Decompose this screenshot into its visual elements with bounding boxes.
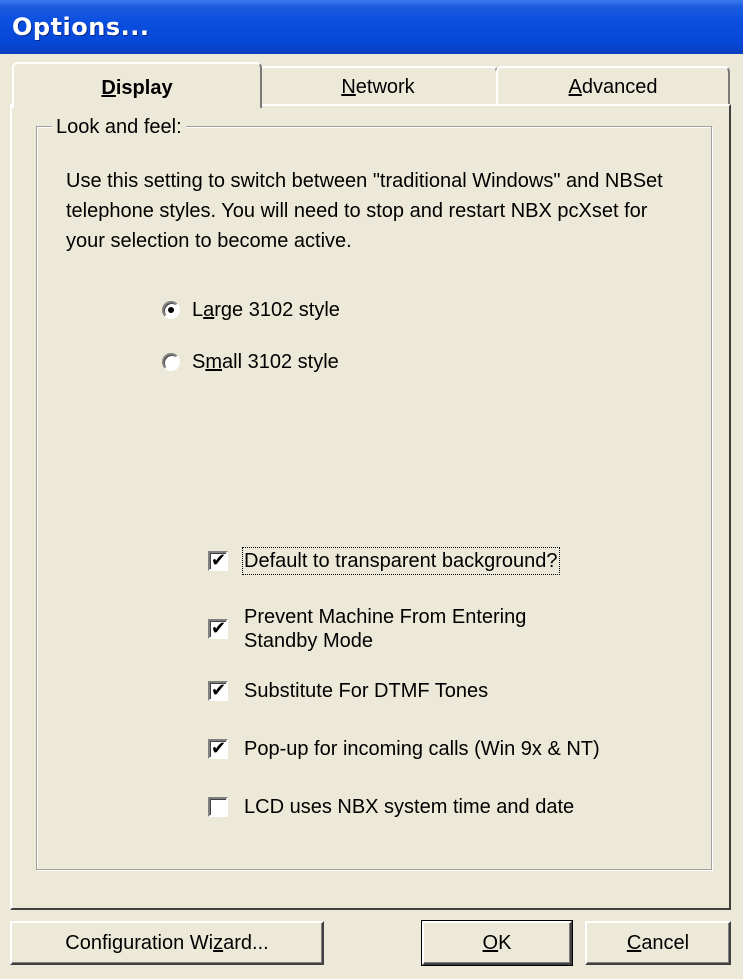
group-label: Look and feel: bbox=[52, 116, 186, 139]
tab-network[interactable]: Network bbox=[258, 66, 498, 104]
ok-label-rest: K bbox=[498, 931, 512, 954]
checkbox-dtmf-label: Substitute For DTMF Tones bbox=[244, 680, 489, 702]
radio-button-checked[interactable] bbox=[162, 301, 180, 319]
ok-accel: O bbox=[482, 931, 499, 954]
radio-large-label: Large 3102 style bbox=[192, 298, 340, 321]
radio-small-style[interactable]: Small 3102 style bbox=[162, 347, 339, 377]
radio-large-style[interactable]: Large 3102 style bbox=[162, 295, 340, 325]
tab-network-label-rest: etwork bbox=[355, 76, 415, 98]
radio-button-unchecked[interactable] bbox=[162, 353, 180, 371]
cancel-label-rest: ancel bbox=[641, 931, 690, 954]
wizard-label-rest: ard... bbox=[223, 931, 269, 954]
cancel-button[interactable]: Cancel bbox=[585, 921, 731, 965]
tab-display-accel: D bbox=[101, 77, 116, 99]
tab-display[interactable]: Display bbox=[12, 62, 262, 108]
ok-button[interactable]: OK bbox=[421, 920, 573, 966]
description-text: Use this setting to switch between "trad… bbox=[66, 170, 663, 252]
wizard-label: Configuration Wi bbox=[65, 931, 214, 954]
checkbox-prevent-standby[interactable]: Prevent Machine From Entering Standby Mo… bbox=[208, 605, 568, 653]
tab-advanced-label-rest: dvanced bbox=[581, 76, 658, 98]
checkbox-transparent-background[interactable]: Default to transparent background? bbox=[208, 547, 560, 575]
checkbox-unchecked[interactable] bbox=[208, 797, 228, 817]
checkbox-checked[interactable] bbox=[208, 617, 228, 641]
title-bar[interactable]: Options... bbox=[0, 0, 743, 54]
checkbox-substitute-dtmf[interactable]: Substitute For DTMF Tones bbox=[208, 679, 488, 703]
tab-advanced-accel: A bbox=[568, 76, 582, 98]
tab-network-accel: N bbox=[341, 76, 356, 98]
tab-display-label-rest: isplay bbox=[115, 77, 173, 99]
tab-advanced[interactable]: Advanced bbox=[496, 66, 730, 104]
cancel-accel: C bbox=[626, 931, 642, 954]
checkbox-popup-incoming[interactable]: Pop-up for incoming calls (Win 9x & NT) bbox=[208, 737, 600, 761]
configuration-wizard-button[interactable]: Configuration Wi z ard... bbox=[10, 921, 324, 965]
wizard-accel: z bbox=[213, 931, 224, 954]
checkbox-standby-label: Prevent Machine From Entering Standby Mo… bbox=[244, 606, 527, 652]
checkbox-lcd-system-time[interactable]: LCD uses NBX system time and date bbox=[208, 795, 574, 819]
checkbox-checked[interactable] bbox=[208, 679, 228, 703]
checkbox-lcd-label: LCD uses NBX system time and date bbox=[244, 796, 575, 818]
checkbox-popup-label: Pop-up for incoming calls (Win 9x & NT) bbox=[244, 738, 600, 760]
radio-small-label: Small 3102 style bbox=[192, 350, 339, 373]
checkbox-checked[interactable] bbox=[208, 737, 228, 761]
checkbox-checked[interactable] bbox=[208, 549, 228, 573]
options-window: Options... Display Network Advanced Look… bbox=[0, 0, 743, 979]
tab-strip: Display Network Advanced bbox=[12, 62, 730, 108]
window-title: Options... bbox=[12, 13, 150, 41]
checkbox-transparent-label: Default to transparent background? bbox=[242, 547, 560, 575]
